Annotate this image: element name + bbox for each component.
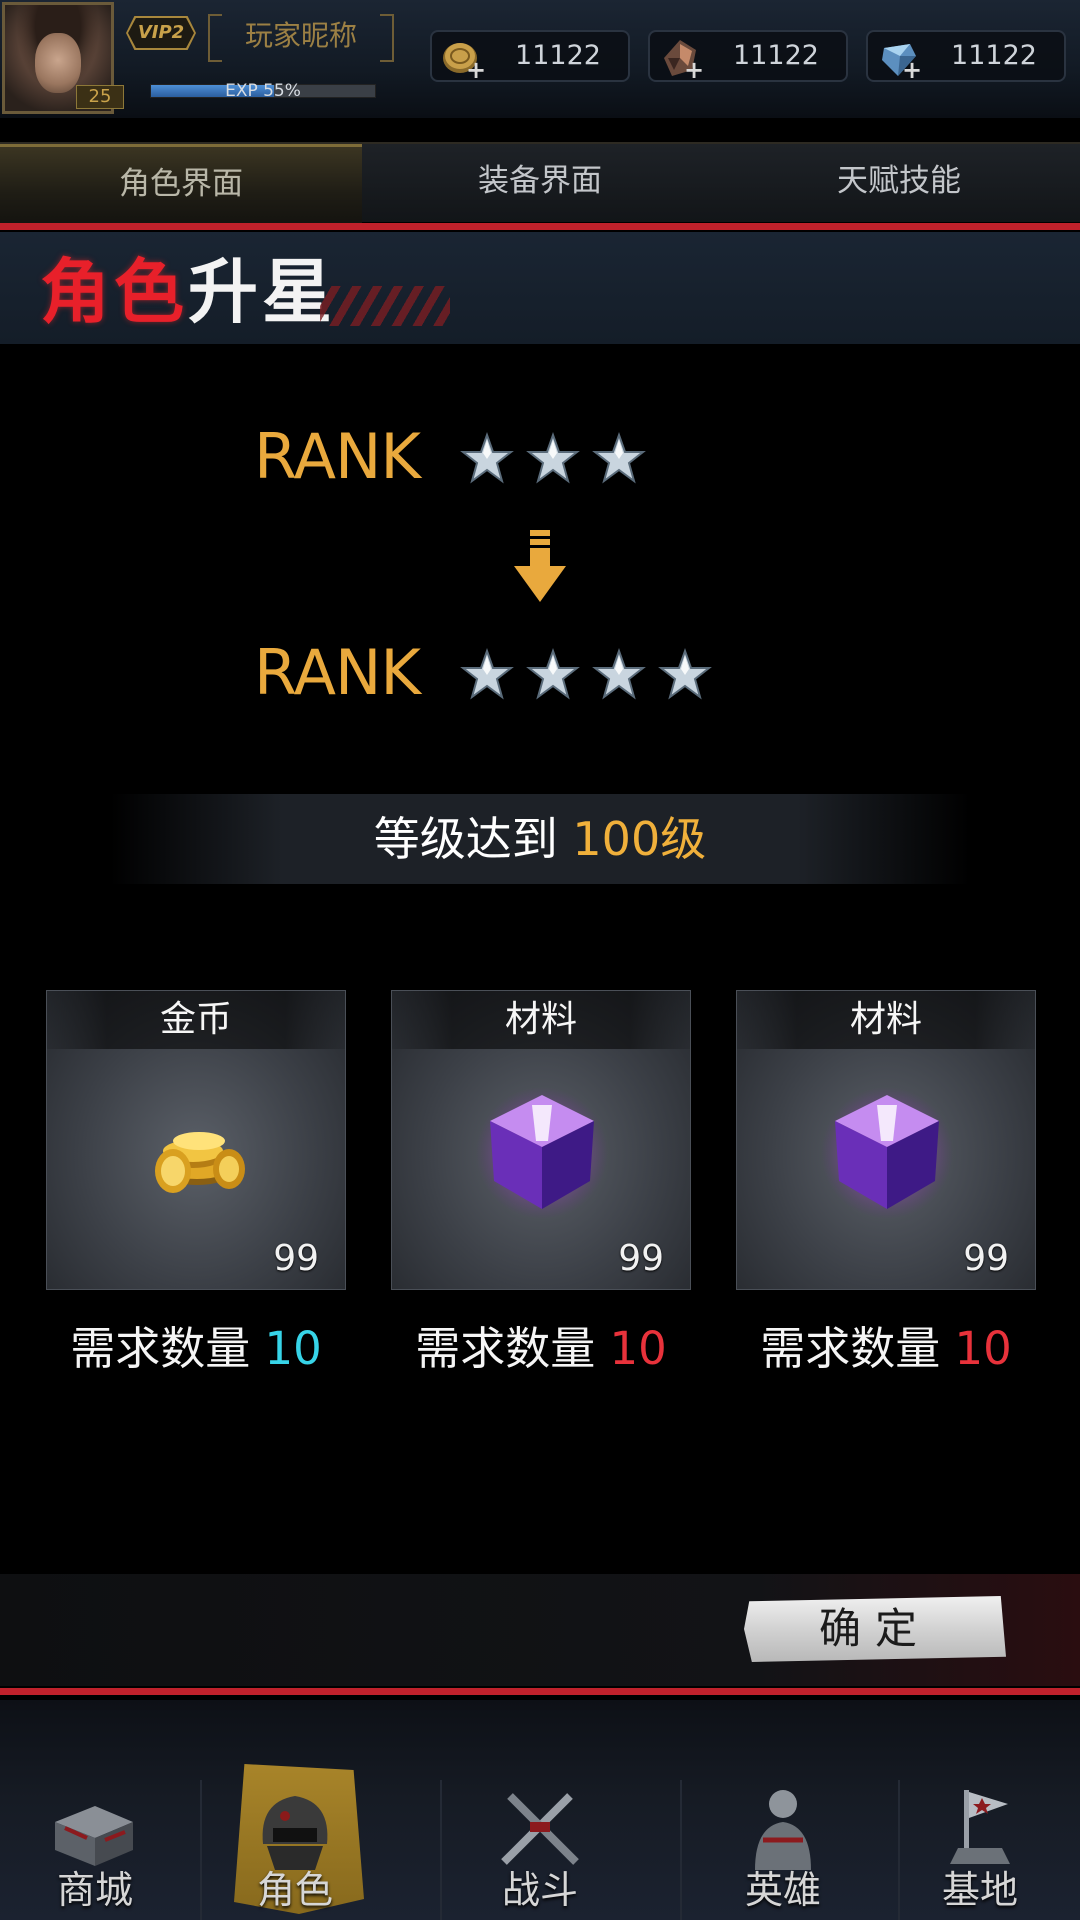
- material-requirement-crystal-1: 需求数量 10: [391, 1312, 691, 1377]
- rank-star-icon: [460, 432, 514, 484]
- tab-character[interactable]: 角色界面: [0, 144, 362, 224]
- rank-star-icon: [592, 432, 646, 484]
- player-level-badge: 25: [76, 85, 124, 109]
- rank-star-icon: [526, 432, 580, 484]
- material-card-title: 材料: [737, 991, 1035, 1049]
- gold-amount: 11122: [515, 40, 601, 71]
- material-owned-count: 99: [963, 1238, 1009, 1279]
- diamond-amount: 11122: [951, 40, 1037, 71]
- material-card-title: 材料: [392, 991, 690, 1049]
- player-nickname[interactable]: 玩家昵称: [208, 14, 394, 62]
- next-rank-stars: [460, 648, 712, 708]
- add-material-icon[interactable]: +: [684, 56, 704, 84]
- add-gold-icon[interactable]: +: [466, 56, 486, 84]
- banner-stripes: [320, 286, 450, 326]
- material-requirement-gold: 需求数量 10: [46, 1312, 346, 1377]
- rank-star-icon: [592, 648, 646, 700]
- tab-bar: 角色界面 装备界面 天赋技能: [0, 142, 1080, 224]
- currency-diamond[interactable]: + 11122: [866, 30, 1066, 84]
- material-amount: 11122: [733, 40, 819, 71]
- nav-label: 商城: [56, 1868, 133, 1912]
- arrow-down-icon: [514, 530, 566, 602]
- material-requirement-crystal-2: 需求数量 10: [736, 1312, 1036, 1377]
- nav-base[interactable]: 基地: [885, 1772, 1075, 1920]
- material-card-crystal-1[interactable]: 材料 99: [391, 990, 691, 1290]
- page-title: 角色升星: [40, 252, 336, 332]
- nav-heroes[interactable]: 英雄: [688, 1772, 878, 1920]
- purple-crystal-icon: [821, 1087, 953, 1219]
- material-card-title: 金币: [47, 991, 345, 1049]
- nav-label: 英雄: [744, 1868, 821, 1912]
- nav-character[interactable]: 角色: [200, 1764, 390, 1920]
- current-rank-stars: [460, 432, 646, 492]
- nav-label: 战斗: [501, 1868, 578, 1912]
- nav-label: 角色: [256, 1868, 333, 1912]
- purple-crystal-icon: [476, 1087, 608, 1219]
- currency-material[interactable]: + 11122: [648, 30, 848, 84]
- material-owned-count: 99: [618, 1238, 664, 1279]
- title-banner: 角色升星: [0, 232, 1080, 344]
- gold-coins-icon: [155, 1132, 245, 1193]
- requirement-label: 需求数量: [70, 1322, 265, 1375]
- level-requirement: 等级达到 100级: [110, 794, 970, 884]
- tab-divider-line: [0, 223, 1080, 230]
- exp-progress-label: EXP 55%: [225, 81, 301, 101]
- level-requirement-text: 等级达到: [373, 812, 573, 866]
- tab-talent-skills[interactable]: 天赋技能: [718, 144, 1080, 224]
- rank-star-icon: [460, 648, 514, 700]
- rank-star-icon: [526, 648, 580, 700]
- nav-battle[interactable]: 战斗: [445, 1772, 635, 1920]
- material-owned-count: 99: [273, 1238, 319, 1279]
- nav-shop[interactable]: 商城: [0, 1772, 190, 1920]
- level-requirement-value: 100级: [572, 812, 707, 866]
- confirm-button[interactable]: 确定: [744, 1596, 1006, 1662]
- add-diamond-icon[interactable]: +: [902, 56, 922, 84]
- page-title-white: 升星: [188, 251, 336, 333]
- material-card-crystal-2[interactable]: 材料 99: [736, 990, 1036, 1290]
- avatar-face: [35, 33, 81, 93]
- nav-divider: [440, 1780, 442, 1920]
- current-rank-label: RANK: [254, 420, 421, 493]
- next-rank-label: RANK: [254, 636, 421, 709]
- currency-gold[interactable]: + 11122: [430, 30, 630, 84]
- page-title-red: 角色: [40, 251, 188, 333]
- top-bar: 25 VIP2 玩家昵称 EXP 55% + 11122 + 11122 + 1…: [0, 0, 1080, 118]
- nav-divider: [680, 1780, 682, 1920]
- nav-label: 基地: [941, 1868, 1018, 1912]
- requirement-value: 10: [954, 1322, 1012, 1375]
- requirement-value: 10: [609, 1322, 667, 1375]
- rank-star-icon: [658, 648, 712, 700]
- requirement-label: 需求数量: [415, 1322, 610, 1375]
- bottom-divider-line: [0, 1688, 1080, 1695]
- requirement-label: 需求数量: [760, 1322, 955, 1375]
- material-card-gold[interactable]: 金币 99: [46, 990, 346, 1290]
- tab-equipment[interactable]: 装备界面: [362, 144, 718, 224]
- requirement-value: 10: [264, 1322, 322, 1375]
- vip-badge[interactable]: VIP2: [128, 18, 194, 48]
